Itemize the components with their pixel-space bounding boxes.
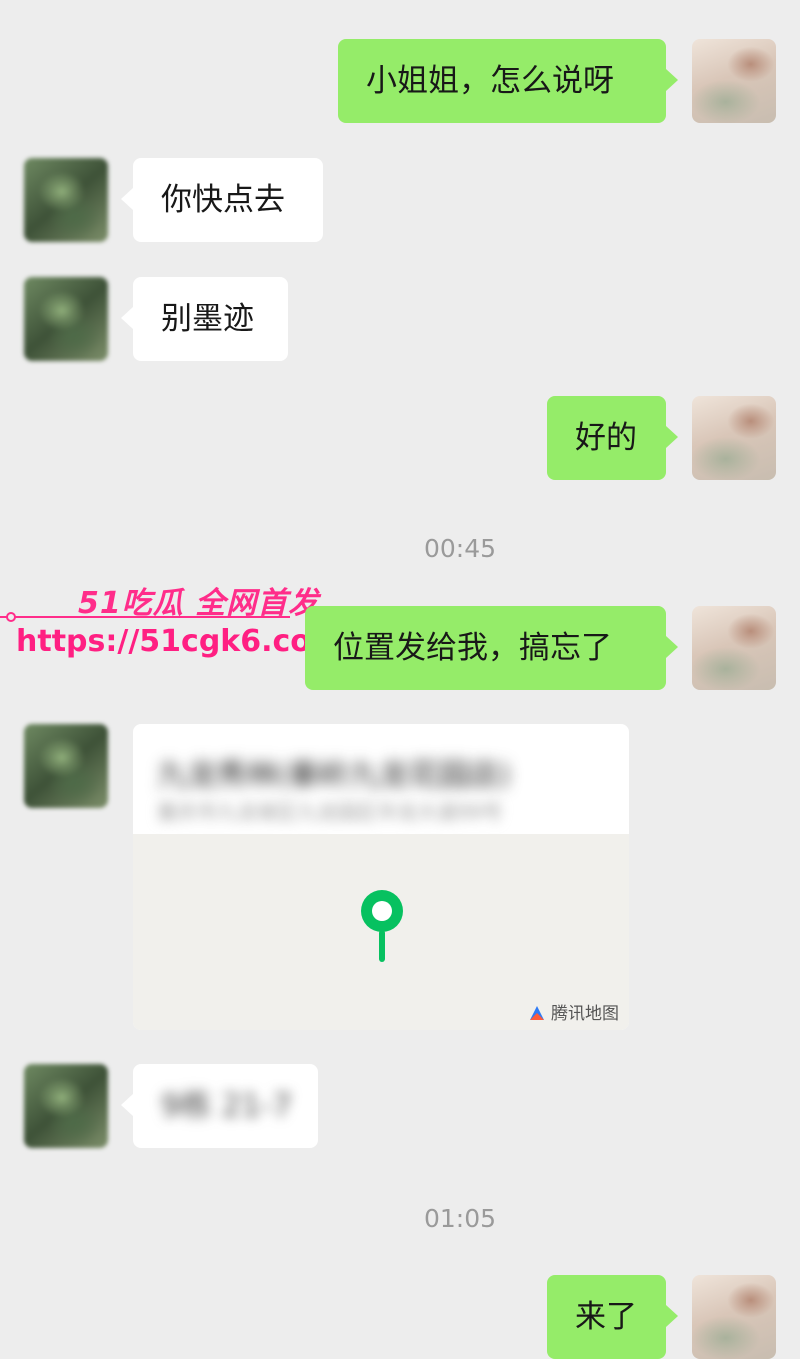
location-name: 九龙秀林(秦岭九龙花园店) — [157, 758, 511, 793]
contact-avatar[interactable] — [24, 724, 108, 808]
location-address: 重庆市九龙坡区九龙园区华龙大道99号 — [157, 800, 503, 824]
message-text: 9栋 21-7 — [161, 1088, 292, 1124]
message-bubble-incoming[interactable]: 你快点去 — [121, 158, 323, 242]
message-bubble-incoming[interactable]: 别墨迹 — [121, 277, 288, 361]
message-bubble-outgoing[interactable]: 好的 — [547, 396, 678, 480]
message-text: 小姐姐，怎么说呀 — [366, 63, 614, 99]
message-text: 好的 — [575, 420, 637, 456]
watermark-divider — [0, 616, 290, 618]
message-bubble-outgoing[interactable]: 位置发给我，搞忘了 — [305, 606, 678, 690]
self-avatar[interactable] — [692, 396, 776, 480]
contact-avatar[interactable] — [24, 277, 108, 361]
map-provider-text: 腾讯地图 — [551, 1004, 619, 1024]
chat-timestamp: 00:45 — [423, 534, 497, 563]
watermark: 51吃瓜 全网首发 https://51cgk6.com — [0, 578, 342, 668]
message-text: 别墨迹 — [161, 301, 254, 337]
watermark-dot-icon — [6, 612, 16, 622]
map-provider-label: 腾讯地图 — [528, 999, 619, 1024]
self-avatar[interactable] — [692, 606, 776, 690]
self-avatar[interactable] — [692, 1275, 776, 1359]
tencent-map-icon — [530, 1006, 544, 1020]
watermark-url: https://51cgk6.com — [16, 624, 343, 659]
contact-avatar[interactable] — [24, 1064, 108, 1148]
location-header: 九龙秀林(秦岭九龙花园店) 重庆市九龙坡区九龙园区华龙大道99号 — [133, 724, 629, 834]
message-bubble-incoming[interactable]: 9栋 21-7 — [121, 1064, 318, 1148]
location-message-card[interactable]: 九龙秀林(秦岭九龙花园店) 重庆市九龙坡区九龙园区华龙大道99号 腾讯地图 — [133, 724, 629, 1030]
message-text: 你快点去 — [161, 182, 285, 218]
message-bubble-outgoing[interactable]: 来了 — [547, 1275, 678, 1359]
self-avatar[interactable] — [692, 39, 776, 123]
chat-timestamp: 01:05 — [423, 1204, 497, 1233]
message-text: 来了 — [575, 1299, 637, 1335]
map-pin-icon — [361, 890, 403, 962]
message-bubble-outgoing[interactable]: 小姐姐，怎么说呀 — [338, 39, 678, 123]
location-map-preview[interactable]: 腾讯地图 — [133, 834, 629, 1030]
contact-avatar[interactable] — [24, 158, 108, 242]
message-text: 位置发给我，搞忘了 — [333, 630, 612, 666]
